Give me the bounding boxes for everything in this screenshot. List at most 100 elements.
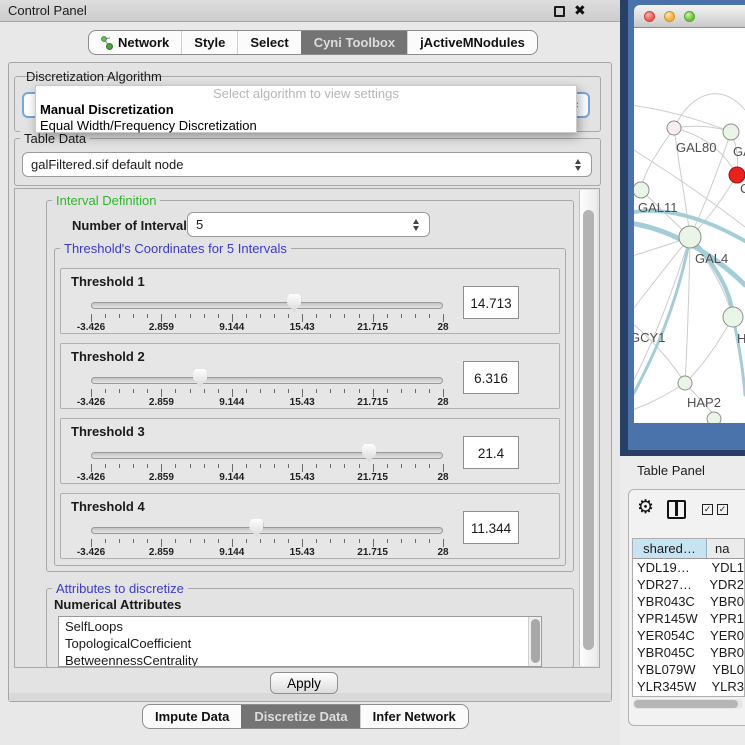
table-row[interactable]: YPR145WYPR1 <box>633 610 744 627</box>
minimize-traffic-light-icon[interactable] <box>664 11 675 22</box>
cell-name[interactable]: YPR1 <box>702 610 744 627</box>
tab-cyni-toolbox[interactable]: Cyni Toolbox <box>301 31 407 54</box>
cell-name[interactable]: YBR0 <box>702 644 744 661</box>
tick-mark <box>387 389 388 393</box>
slider-track[interactable] <box>91 302 443 309</box>
column-header-shared-name[interactable]: shared… <box>633 539 707 558</box>
cell-shared-name[interactable]: YDR27… <box>633 576 701 593</box>
cell-shared-name[interactable]: YBL079W <box>633 661 704 678</box>
tick-mark <box>133 389 134 393</box>
network-node[interactable] <box>723 124 739 140</box>
tick-mark <box>429 464 430 468</box>
cell-shared-name[interactable]: YLR345W <box>633 678 703 695</box>
network-node[interactable] <box>679 226 701 248</box>
network-edge <box>685 317 733 383</box>
cell-shared-name[interactable]: YPR145W <box>633 610 702 627</box>
tick-mark <box>415 389 416 393</box>
cell-name[interactable]: YLR3 <box>703 678 744 695</box>
threshold-value-field[interactable]: 6.316 <box>463 361 519 394</box>
tab-label: Style <box>194 35 225 50</box>
network-node[interactable] <box>634 182 649 198</box>
checkbox-icon[interactable]: ✓ <box>717 504 728 515</box>
apply-button[interactable]: Apply <box>270 672 338 694</box>
network-canvas[interactable]: GAL80GACGAL11GAL4GCY1HHAP2 <box>634 28 745 423</box>
table-row[interactable]: YBR043CYBR0 <box>633 593 744 610</box>
table-row[interactable]: YER054CYER0 <box>633 627 744 644</box>
table-row[interactable]: YIL052CYIL0 <box>633 695 744 697</box>
network-node[interactable] <box>723 307 743 327</box>
table-row[interactable]: YBR045CYBR0 <box>633 644 744 661</box>
vertical-scrollbar[interactable] <box>579 190 597 666</box>
tick-mark <box>387 464 388 468</box>
attribute-list-item[interactable]: BetweennessCentrality <box>65 652 541 667</box>
tab-select[interactable]: Select <box>237 31 300 54</box>
tick-mark <box>443 539 444 547</box>
columns-icon[interactable] <box>667 500 686 519</box>
cell-name[interactable]: YIL0 <box>707 695 744 697</box>
slider-thumb[interactable] <box>249 519 263 537</box>
threshold-value-field[interactable]: 11.344 <box>463 511 519 544</box>
cell-name[interactable]: YDR2 <box>701 576 744 593</box>
attribute-list-item[interactable]: TopologicalCoefficient <box>65 635 541 652</box>
network-icon <box>101 35 113 50</box>
tick-mark <box>415 539 416 543</box>
tick-label: 2.859 <box>149 397 174 408</box>
slider-thumb[interactable] <box>287 294 301 312</box>
slider-track[interactable] <box>91 452 443 459</box>
tab-style[interactable]: Style <box>181 31 237 54</box>
tick-mark <box>373 314 374 322</box>
tick-mark <box>401 314 402 318</box>
slider-thumb[interactable] <box>193 369 207 387</box>
table-row[interactable]: YLR345WYLR3 <box>633 678 744 695</box>
table-row[interactable]: YDL19…YDL1 <box>633 559 744 576</box>
close-traffic-light-icon[interactable] <box>644 11 655 22</box>
attributes-listbox[interactable]: SelfLoopsTopologicalCoefficientBetweenne… <box>58 616 542 667</box>
mode-tab-discretize-data[interactable]: Discretize Data <box>241 705 359 728</box>
cell-name[interactable]: YBR0 <box>702 593 744 610</box>
network-window-titlebar[interactable] <box>634 5 745 28</box>
slider-track[interactable] <box>91 377 443 384</box>
combo-spinner-icon <box>575 159 582 171</box>
close-icon[interactable]: ✖ <box>574 2 586 19</box>
scrollbar-thumb[interactable] <box>583 210 594 650</box>
network-node[interactable] <box>707 412 721 423</box>
scrollbar-thumb[interactable] <box>531 619 540 663</box>
cell-name[interactable]: YDL1 <box>703 559 744 576</box>
tab-network[interactable]: Network <box>89 31 181 54</box>
cell-shared-name[interactable]: YIL052C <box>633 695 707 697</box>
dropdown-option-equal-width[interactable]: Equal Width/Frequency Discretization <box>36 118 576 134</box>
cell-name[interactable]: YER0 <box>702 627 744 644</box>
scrollbar-thumb[interactable] <box>634 700 738 708</box>
tick-mark <box>175 314 176 318</box>
cell-name[interactable]: YBL0 <box>704 661 744 678</box>
node-label: H <box>737 331 745 346</box>
table-row[interactable]: YDR27…YDR2 <box>633 576 744 593</box>
threshold-value-field[interactable]: 14.713 <box>463 286 519 319</box>
dropdown-option-manual[interactable]: Manual Discretization <box>36 102 576 118</box>
cell-shared-name[interactable]: YER054C <box>633 627 702 644</box>
horizontal-scrollbar[interactable] <box>633 699 743 709</box>
mode-tab-infer-network[interactable]: Infer Network <box>360 705 468 728</box>
threshold-value-field[interactable]: 21.4 <box>463 436 519 469</box>
table-data-combobox[interactable]: galFiltered.sif default node <box>22 152 592 177</box>
num-intervals-combobox[interactable]: 5 <box>187 212 430 237</box>
cell-shared-name[interactable]: YBR043C <box>633 593 702 610</box>
checkbox-icon[interactable]: ✓ <box>702 504 713 515</box>
column-header-name[interactable]: na <box>707 539 744 558</box>
table-row[interactable]: YBL079WYBL0 <box>633 661 744 678</box>
slider-thumb[interactable] <box>362 444 376 462</box>
slider-track[interactable] <box>91 527 443 534</box>
network-node[interactable] <box>667 121 681 135</box>
list-scrollbar[interactable] <box>528 617 541 666</box>
gear-icon[interactable]: ⚙ <box>637 496 654 519</box>
mode-tab-impute-data[interactable]: Impute Data <box>143 705 241 728</box>
zoom-traffic-light-icon[interactable] <box>684 11 695 22</box>
tick-mark <box>204 539 205 543</box>
attribute-list-item[interactable]: SelfLoops <box>65 618 541 635</box>
tab-jactivemnodules[interactable]: jActiveMNodules <box>407 31 537 54</box>
float-window-icon[interactable] <box>554 6 565 17</box>
cell-shared-name[interactable]: YDL19… <box>633 559 703 576</box>
network-node[interactable] <box>678 376 692 390</box>
cell-shared-name[interactable]: YBR045C <box>633 644 702 661</box>
node-label: GAL11 <box>638 200 678 215</box>
